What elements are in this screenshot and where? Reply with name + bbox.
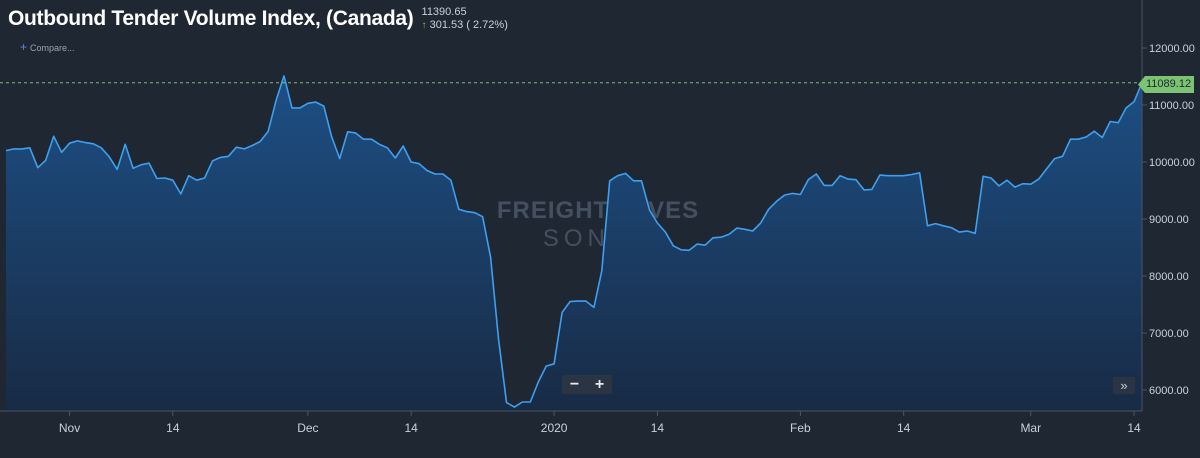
y-tick-label: 7000.00	[1149, 328, 1189, 340]
x-tick-label: 14	[1127, 421, 1141, 435]
quote-block: 11390.65 ↑ 301.53 ( 2.72%)	[422, 6, 508, 32]
chart-header: Outbound Tender Volume Index, (Canada) 1…	[8, 6, 508, 32]
x-tick-label: 14	[166, 421, 180, 435]
y-tick-label: 6000.00	[1149, 385, 1189, 397]
y-tick-label: 9000.00	[1149, 214, 1189, 226]
chart-title: Outbound Tender Volume Index, (Canada)	[8, 7, 414, 30]
x-tick-label: 14	[404, 421, 418, 435]
y-tick-label: 11000.00	[1149, 100, 1194, 112]
chart-container: FREIGHTWAVES SONAR 6000.00 7000.00 8000.00…	[0, 0, 1200, 453]
change-value: 301.53 ( 2.72%)	[429, 19, 508, 31]
zoom-out-button[interactable]: −	[570, 375, 579, 394]
x-tick-label: Nov	[59, 421, 80, 435]
watermark-line1: FREIGHTWAVES	[497, 197, 699, 224]
x-tick-label: 14	[897, 421, 911, 435]
x-tick-label: Feb	[790, 421, 811, 435]
zoom-in-button[interactable]: +	[595, 375, 604, 394]
y-tick-label: 12000.00	[1149, 43, 1195, 55]
plus-icon: +	[20, 40, 28, 54]
up-arrow-icon: ↑	[421, 20, 427, 31]
zoom-control: − +	[562, 375, 612, 394]
y-tick-label: 8000.00	[1149, 271, 1189, 283]
x-tick-label: 2020	[541, 421, 568, 435]
expand-button[interactable]: »	[1113, 377, 1135, 394]
x-tick-label: Dec	[297, 421, 318, 435]
current-price-tag: 11089.12	[1138, 76, 1195, 93]
last-value: 11390.65	[421, 6, 467, 18]
change-row: ↑ 301.53 ( 2.72%)	[422, 19, 508, 32]
compare-button[interactable]: + Compare...	[20, 40, 75, 54]
x-tick-label: Mar	[1020, 421, 1041, 435]
x-tick-label: 14	[651, 421, 665, 435]
compare-label: Compare...	[30, 43, 75, 53]
y-tick-label: 10000.00	[1149, 157, 1195, 169]
